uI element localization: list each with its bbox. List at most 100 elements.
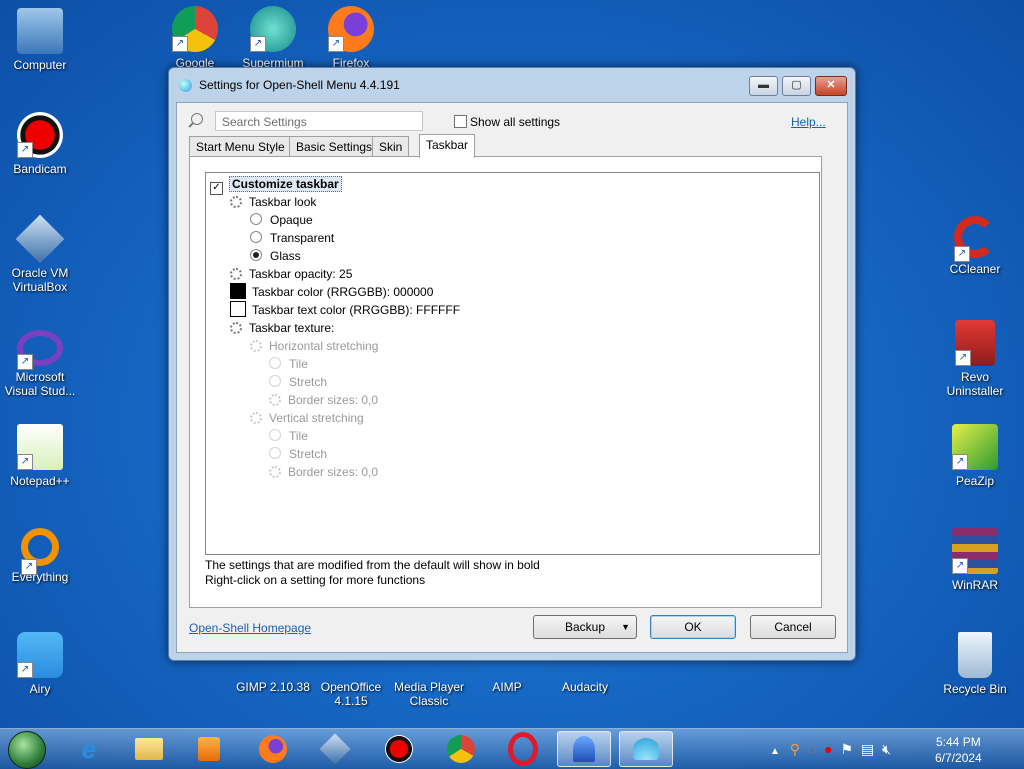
- desktop-icon-notepadpp[interactable]: ↗ Notepad++: [0, 424, 80, 488]
- gear-icon: [230, 196, 242, 208]
- action-center-icon[interactable]: ⚑: [841, 741, 854, 757]
- record-tray-icon[interactable]: ●: [824, 741, 832, 757]
- ccleaner-icon: ↗: [954, 216, 996, 262]
- taskbar-internet-explorer[interactable]: e: [62, 731, 116, 767]
- show-all-checkbox[interactable]: [454, 115, 467, 128]
- bandicam-icon: [385, 735, 413, 763]
- minimize-button[interactable]: ▬: [749, 76, 778, 96]
- tree-item: Border sizes: 0,0: [269, 463, 378, 481]
- volume-muted-icon[interactable]: 🔇︎: [882, 741, 891, 757]
- desktop-icon-computer[interactable]: Computer: [0, 8, 80, 72]
- show-all-label: Show all settings: [470, 115, 561, 129]
- tree-item[interactable]: Taskbar opacity: 25: [230, 265, 352, 283]
- close-button[interactable]: ✕: [815, 76, 847, 96]
- taskbar-open-shell[interactable]: [557, 731, 611, 767]
- desktop-icon-winrar[interactable]: ↗ WinRAR: [935, 528, 1015, 592]
- desktop-icon-supermium[interactable]: ↗ Supermium: [233, 6, 313, 70]
- desktop-icon-aimp[interactable]: AIMP: [467, 660, 547, 694]
- taskbar-airy[interactable]: [619, 731, 673, 767]
- supermium-icon: ↗: [250, 6, 296, 52]
- desktop-icon-bandicam[interactable]: ↗ Bandicam: [0, 112, 80, 176]
- tree-item[interactable]: Taskbar text color (RRGGBB): FFFFFF: [230, 301, 460, 319]
- tab-basic-settings[interactable]: Basic Settings: [289, 136, 380, 157]
- help-link[interactable]: Help...: [791, 115, 826, 129]
- title-bar[interactable]: Settings for Open-Shell Menu 4.4.191 ▬ ▢…: [169, 68, 855, 102]
- radio-icon: [269, 357, 281, 369]
- tab-start-menu-style[interactable]: Start Menu Style: [189, 136, 292, 157]
- tree-item-label: Taskbar color (RRGGBB): 000000: [252, 285, 434, 299]
- visual-studio-icon: ↗: [17, 330, 63, 370]
- desktop-icon-openoffice[interactable]: OpenOffice 4.1.15: [311, 660, 391, 708]
- taskbar-file-explorer[interactable]: [122, 731, 176, 767]
- cancel-button[interactable]: Cancel: [750, 615, 836, 639]
- bandicam-icon: ↗: [17, 112, 63, 158]
- desktop-icon-gimp[interactable]: GIMP 2.10.38: [233, 660, 313, 694]
- tree-item[interactable]: Opaque: [250, 211, 313, 229]
- media-player-classic-icon: [406, 660, 452, 676]
- tree-item[interactable]: ✓ Customize taskbar: [210, 175, 342, 195]
- gimp-icon: [250, 660, 296, 676]
- tree-item-label: Border sizes: 0,0: [288, 465, 379, 479]
- tree-item: Border sizes: 0,0: [269, 391, 378, 409]
- backup-button[interactable]: Backup ▼: [533, 615, 637, 639]
- taskbar-bandicam[interactable]: [372, 731, 426, 767]
- desktop-icon-mpc[interactable]: Media Player Classic: [389, 660, 469, 708]
- taskbar-virtualbox[interactable]: [308, 731, 362, 767]
- folder-icon: [135, 738, 163, 760]
- chrome-icon: [447, 735, 475, 763]
- radio-icon: [269, 375, 281, 387]
- start-button[interactable]: [8, 731, 46, 769]
- tree-item-label: Taskbar look: [249, 195, 317, 209]
- search-input[interactable]: Search Settings: [215, 111, 423, 131]
- tree-item: Tile: [269, 427, 308, 445]
- taskbar-opera[interactable]: [496, 731, 550, 767]
- taskbar-chrome[interactable]: [434, 731, 488, 767]
- tree-item: Tile: [269, 355, 308, 373]
- tree-item[interactable]: Taskbar look: [230, 193, 316, 211]
- radio-icon: [250, 249, 262, 261]
- homepage-link[interactable]: Open-Shell Homepage: [189, 621, 311, 635]
- virtualbox-icon: [15, 214, 65, 264]
- open-shell-icon: [573, 736, 595, 762]
- desktop-icon-audacity[interactable]: Audacity: [545, 660, 625, 694]
- tree-item[interactable]: Glass: [250, 247, 301, 265]
- tree-item[interactable]: Taskbar texture:: [230, 319, 334, 337]
- desktop-icon-revo[interactable]: ↗ Revo Uninstaller: [935, 320, 1015, 398]
- tab-taskbar[interactable]: Taskbar: [419, 134, 476, 158]
- gear-icon: [230, 268, 242, 280]
- settings-tree[interactable]: ✓ Customize taskbar Taskbar look Opaque Tran…: [205, 172, 820, 555]
- desktop-icon-virtualbox[interactable]: Oracle VM VirtualBox: [0, 214, 80, 294]
- desktop-icon-airy[interactable]: ↗ Airy: [0, 632, 80, 696]
- desktop-icon-ccleaner[interactable]: ↗ CCleaner: [935, 216, 1015, 276]
- clock[interactable]: 5:44 PM 6/7/2024: [935, 734, 982, 766]
- desktop-icon-google[interactable]: ↗ Google: [155, 6, 235, 70]
- show-hidden-icons-icon[interactable]: ▲: [770, 746, 780, 757]
- tree-item-label: Taskbar texture:: [249, 321, 335, 335]
- desktop-icon-recycle-bin[interactable]: Recycle Bin: [935, 632, 1015, 696]
- ccleaner-tray-icon[interactable]: ◌: [808, 741, 816, 757]
- tree-item-label: Transparent: [270, 231, 335, 245]
- maximize-button[interactable]: ▢: [782, 76, 811, 96]
- taskbar-firefox[interactable]: [246, 731, 300, 767]
- desktop-icon-peazip[interactable]: ↗ PeaZip: [935, 424, 1015, 488]
- dialog-client: Search Settings Show all settings Help..…: [176, 102, 848, 653]
- tree-item[interactable]: Transparent: [250, 229, 334, 247]
- ok-button[interactable]: OK: [650, 615, 736, 639]
- desktop-icon-firefox[interactable]: ↗ Firefox: [311, 6, 391, 70]
- dropdown-arrow-icon: ▼: [621, 622, 630, 632]
- firefox-icon: [259, 735, 287, 763]
- tree-item-label: Border sizes: 0,0: [288, 393, 379, 407]
- radio-icon: [269, 429, 281, 441]
- tree-item[interactable]: Taskbar color (RRGGBB): 000000: [230, 283, 433, 301]
- firefox-icon: ↗: [328, 6, 374, 52]
- desktop-icon-visual-studio[interactable]: ↗ Microsoft Visual Stud...: [0, 320, 80, 398]
- tab-skin[interactable]: Skin: [372, 136, 410, 157]
- taskbar-media-player[interactable]: [182, 731, 236, 767]
- gear-icon: [230, 322, 242, 334]
- network-icon[interactable]: ▤: [861, 741, 874, 757]
- clock-date: 6/7/2024: [935, 751, 982, 765]
- desktop-icon-everything[interactable]: ↗ Everything: [0, 528, 80, 584]
- tree-item-label: Taskbar opacity: 25: [249, 267, 353, 281]
- tree-item-label: Stretch: [289, 447, 328, 461]
- search-tray-icon[interactable]: ⚲: [790, 741, 800, 757]
